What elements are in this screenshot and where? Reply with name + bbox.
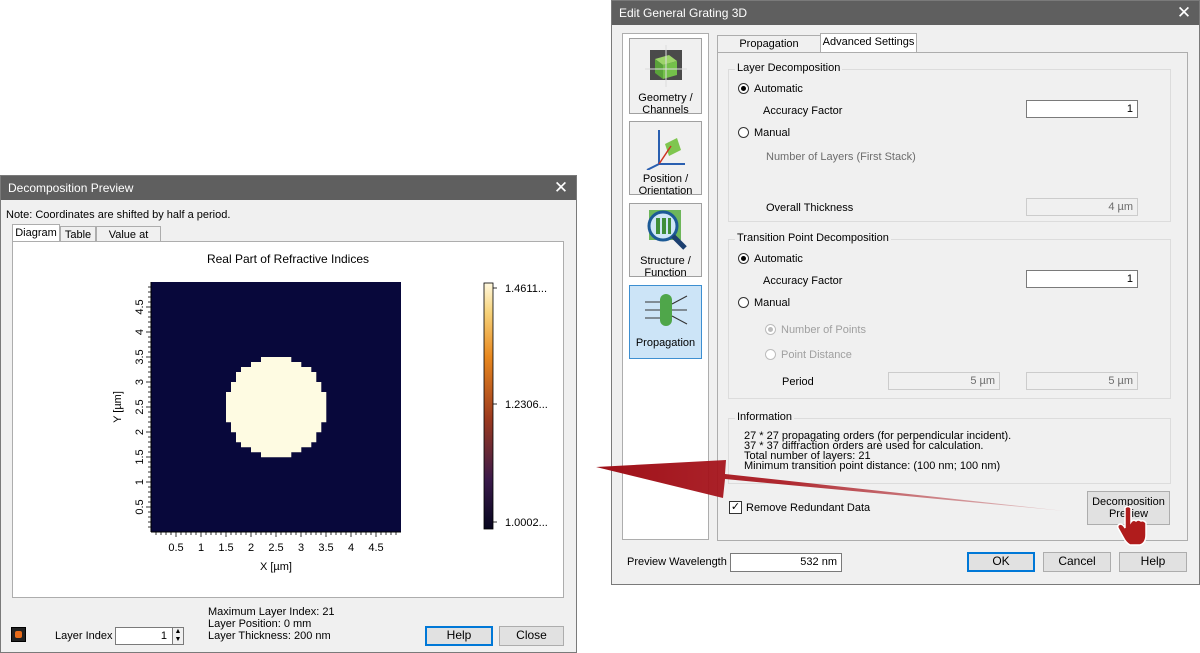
- group-title: Information: [735, 411, 795, 423]
- tab-value-at-xy[interactable]: Value at (x,y): [96, 226, 161, 258]
- preview-wavelength-label: Preview Wavelength: [627, 556, 727, 568]
- y-tick-label: 4.5: [134, 299, 146, 314]
- y-tick-label: 3: [134, 379, 146, 385]
- dialog-titlebar: Decomposition Preview ✕: [1, 176, 576, 200]
- dialog-title: Decomposition Preview: [8, 181, 134, 195]
- transition-automatic-radio[interactable]: [738, 253, 749, 264]
- y-tick-label: 1.5: [134, 449, 146, 464]
- x-tick-label: 4.5: [368, 542, 383, 554]
- number-of-layers-label: Number of Layers (First Stack): [766, 151, 916, 163]
- geometry-cube-icon: [644, 45, 687, 87]
- x-tick-label: 3: [298, 542, 304, 554]
- transition-automatic-label: Automatic: [754, 253, 803, 265]
- y-tick-label: 0.5: [134, 499, 146, 514]
- group-title: Layer Decomposition: [735, 62, 843, 74]
- layer-accuracy-label: Accuracy Factor: [763, 105, 843, 117]
- axes-orientation-icon: [646, 130, 685, 171]
- spin-up-icon[interactable]: ▲: [173, 628, 183, 636]
- close-icon[interactable]: ✕: [1169, 1, 1199, 25]
- refractive-index-chart: Real Part of Refractive Indices 0.5 1 1.5 2 2…: [112, 252, 548, 573]
- help-button[interactable]: Help: [425, 626, 493, 646]
- chart-title: Real Part of Refractive Indices: [207, 252, 369, 266]
- nav-propagation[interactable]: Propagation: [629, 285, 702, 359]
- tab-advanced-settings[interactable]: Advanced Settings: [820, 33, 917, 53]
- structure-magnifier-icon: [647, 210, 687, 250]
- tab-diagram[interactable]: Diagram: [12, 224, 60, 242]
- x-tick-label: 0.5: [168, 542, 183, 554]
- y-tick-label: 2.5: [134, 399, 146, 414]
- x-tick-label: 4: [348, 542, 354, 554]
- layer-index-spinner[interactable]: ▲ ▼: [172, 627, 184, 645]
- period-x-field: 5 µm: [888, 372, 1000, 390]
- transition-manual-label: Manual: [754, 297, 791, 309]
- point-distance-radio: [765, 349, 776, 360]
- layer-manual-radio[interactable]: [738, 127, 749, 138]
- coordinates-note: Note: Coordinates are shifted by half a …: [6, 209, 231, 221]
- layer-index-input[interactable]: 1: [115, 627, 173, 645]
- app-logo-icon: [11, 627, 26, 642]
- colorbar-label: 1.0002...: [505, 517, 548, 529]
- y-tick-label: 2: [134, 429, 146, 435]
- dialog-titlebar: Edit General Grating 3D ✕: [612, 1, 1199, 25]
- max-layer-index: Maximum Layer Index: 21: [208, 606, 335, 618]
- layer-manual-label: Manual: [754, 127, 791, 139]
- colorbar: [483, 282, 494, 530]
- colorbar-label: 1.2306...: [505, 399, 548, 411]
- layer-accuracy-input[interactable]: 1: [1026, 100, 1138, 118]
- ok-button[interactable]: OK: [967, 552, 1035, 572]
- nav-label: Propagation: [635, 337, 696, 349]
- information-text: 27 * 27 propagating orders (for perpendi…: [744, 431, 1011, 472]
- colorbar-label: 1.4611...: [505, 283, 547, 295]
- x-tick-label: 1: [198, 542, 204, 554]
- hand-cursor-icon: [1117, 505, 1147, 546]
- layer-position: Layer Position: 0 mm: [208, 618, 312, 630]
- y-axis-label: Y [µm]: [112, 391, 124, 423]
- help-button[interactable]: Help: [1119, 552, 1187, 572]
- nav-label: Geometry / Channels: [638, 92, 693, 116]
- close-icon[interactable]: ✕: [546, 176, 576, 200]
- heatmap-inclusion: [226, 357, 327, 458]
- transition-accuracy-label: Accuracy Factor: [763, 275, 843, 287]
- overall-thickness-label: Overall Thickness: [766, 202, 854, 214]
- nav-geometry-channels[interactable]: Geometry / Channels: [629, 38, 702, 116]
- number-of-points-radio: [765, 324, 776, 335]
- remove-redundant-checkbox[interactable]: ✓: [729, 501, 742, 514]
- remove-redundant-label: Remove Redundant Data: [746, 502, 871, 514]
- x-tick-label: 3.5: [318, 542, 333, 554]
- transition-accuracy-input[interactable]: 1: [1026, 270, 1138, 288]
- dialog-title: Edit General Grating 3D: [619, 6, 748, 20]
- y-tick-label: 1: [134, 479, 146, 485]
- point-distance-label: Point Distance: [781, 349, 852, 361]
- x-tick-label: 2.5: [268, 542, 283, 554]
- cancel-button[interactable]: Cancel: [1043, 552, 1111, 572]
- layer-automatic-radio[interactable]: [738, 83, 749, 94]
- layer-thickness: Layer Thickness: 200 nm: [208, 630, 331, 642]
- layer-automatic-label: Automatic: [754, 83, 803, 95]
- period-label: Period: [782, 376, 814, 388]
- spin-down-icon[interactable]: ▼: [173, 636, 183, 644]
- nav-label: Structure / Function: [640, 255, 691, 279]
- x-tick-label: 2: [248, 542, 254, 554]
- overall-thickness-field: 4 µm: [1026, 198, 1138, 216]
- propagation-icon: [644, 294, 687, 326]
- info-line: Minimum transition point distance: (100 …: [744, 460, 1001, 472]
- x-axis-label: X [µm]: [260, 561, 292, 573]
- tab-propagation-methods[interactable]: Propagation Methods: [717, 35, 821, 67]
- y-tick-label: 4: [134, 329, 146, 335]
- number-of-points-label: Number of Points: [781, 324, 866, 336]
- transition-manual-radio[interactable]: [738, 297, 749, 308]
- nav-position-orientation[interactable]: Position / Orientation: [629, 121, 702, 197]
- tab-table[interactable]: Table: [60, 226, 96, 242]
- x-tick-label: 1.5: [218, 542, 233, 554]
- group-title: Transition Point Decomposition: [735, 232, 891, 244]
- diagram-panel: Real Part of Refractive Indices 0.5 1 1.5 2 2…: [12, 241, 564, 598]
- close-button[interactable]: Close: [499, 626, 564, 646]
- period-y-field: 5 µm: [1026, 372, 1138, 390]
- y-tick-label: 3.5: [134, 349, 146, 364]
- nav-structure-function[interactable]: Structure / Function: [629, 203, 702, 279]
- layer-index-label: Layer Index: [55, 630, 113, 642]
- preview-wavelength-input[interactable]: 532 nm: [730, 553, 842, 572]
- nav-label: Position / Orientation: [638, 173, 693, 197]
